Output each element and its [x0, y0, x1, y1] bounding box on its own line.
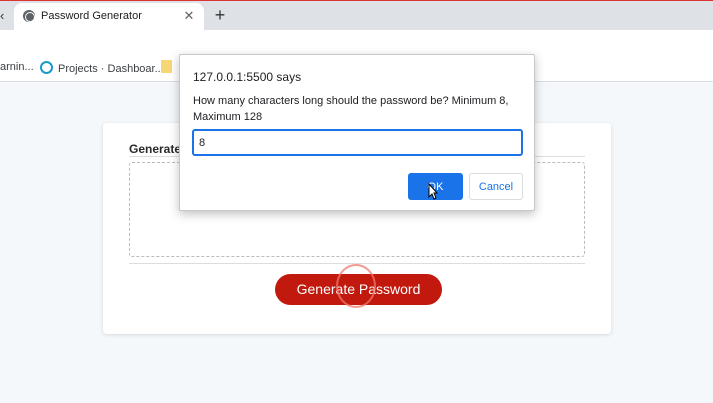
card-header: Generate [129, 142, 182, 156]
bookmark-projects-dashboard[interactable]: Projects · Dashboar... [40, 61, 164, 75]
folder-icon [161, 60, 172, 73]
prompt-dialog: 127.0.0.1:5500 says How many characters … [179, 54, 535, 211]
browser-toolbar [0, 30, 713, 54]
password-length-input[interactable] [192, 129, 523, 156]
browser-tab[interactable]: Password Generator ✕ [14, 3, 204, 31]
new-tab-button[interactable]: + [210, 5, 230, 25]
mouse-cursor-icon [428, 183, 438, 200]
tab-scroll-left-icon[interactable]: ‹ [0, 8, 8, 24]
tab-title: Password Generator [41, 10, 142, 22]
cancel-button[interactable]: Cancel [469, 173, 523, 200]
close-icon[interactable]: ✕ [181, 7, 197, 25]
globe-icon [23, 10, 35, 22]
bookmark-item[interactable]: arnin... [0, 61, 34, 73]
dialog-message: How many characters long should the pass… [193, 95, 509, 123]
tab-strip: ‹ Password Generator ✕ + [0, 0, 713, 31]
projects-logo-icon [40, 61, 53, 74]
bookmark-folder[interactable] [161, 60, 172, 76]
bookmark-label: Projects · Dashboar... [58, 63, 164, 75]
dialog-origin: 127.0.0.1:5500 says [193, 70, 302, 84]
click-indicator [336, 264, 376, 308]
